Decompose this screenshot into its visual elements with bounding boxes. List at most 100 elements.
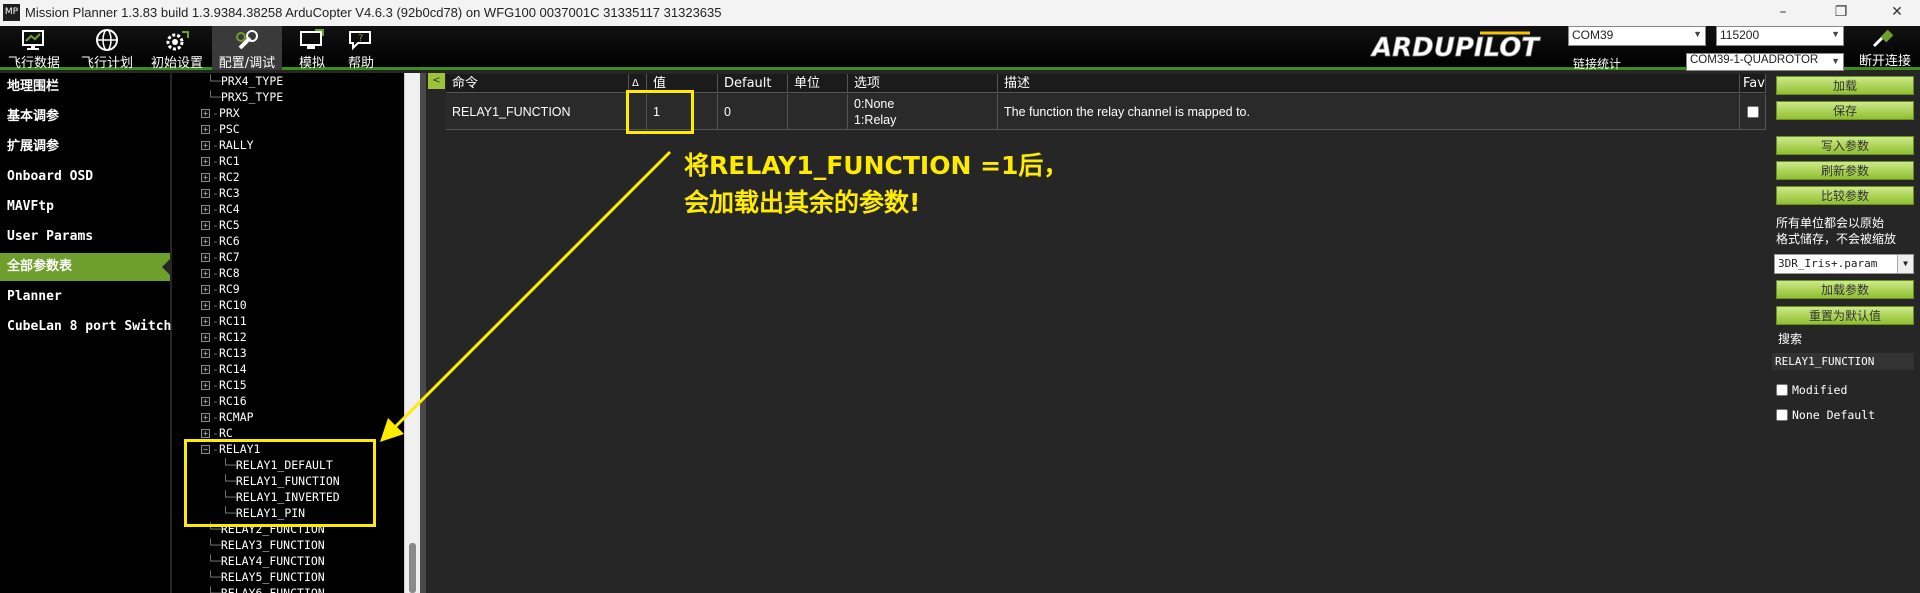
reset-default-button[interactable]: 重置为默认值 [1776,306,1914,325]
compare-params-button[interactable]: 比较参数 [1776,186,1914,205]
param-file-select[interactable]: 3DR_Iris+.param ▼ [1774,254,1914,274]
config-tuning-button[interactable]: 配置/调试 [212,26,282,71]
tree-node[interactable]: + -RC1 [201,153,240,169]
search-input[interactable]: RELAY1_FUNCTION [1772,353,1914,370]
sidebar-item-planner[interactable]: Planner [0,283,170,311]
tree-node[interactable]: + -RCMAP [201,409,254,425]
tree-node[interactable]: + -RC8 [201,265,240,281]
sidebar-item-basic-tuning[interactable]: 基本调参 [0,103,170,131]
expand-node-icon[interactable]: + [201,413,210,422]
tree-node[interactable]: └─RELAY6_FUNCTION [207,585,325,593]
tree-node[interactable]: └─RELAY4_FUNCTION [207,553,325,569]
column-header-description[interactable]: 描述 [998,74,1740,93]
expand-node-icon[interactable]: + [201,317,210,326]
tree-node[interactable]: + -RC9 [201,281,240,297]
expand-node-icon[interactable]: + [201,269,210,278]
tree-node-label: PRX5_TYPE [220,90,284,104]
load-button[interactable]: 加载 [1776,76,1914,95]
baud-select[interactable]: 115200 ▼ [1716,26,1844,46]
tree-node[interactable]: └─RELAY5_FUNCTION [207,569,325,585]
initial-setup-button[interactable]: 初始设置 [146,26,208,71]
chevron-down-icon: ▼ [1897,255,1913,273]
port-select[interactable]: COM39 ▼ [1568,26,1706,46]
maximize-button[interactable]: ❐ [1818,0,1864,26]
tree-connector: - [212,106,219,120]
refresh-params-button[interactable]: 刷新参数 [1776,161,1914,180]
collapse-tree-button[interactable]: < [428,73,445,89]
tree-node[interactable]: + -RC16 [201,393,247,409]
tree-node[interactable]: + -PSC [201,121,240,137]
tree-node[interactable]: + -RC7 [201,249,240,265]
tree-node[interactable]: + -RC4 [201,201,240,217]
cell-unit [788,94,848,130]
tree-node[interactable]: + -RC12 [201,329,247,345]
vehicle-select[interactable]: COM39-1-QUADROTOR ▼ [1686,53,1844,71]
window-title: Mission Planner 1.3.83 build 1.3.9384.38… [25,5,722,20]
expand-node-icon[interactable]: + [201,109,210,118]
sidebar-item-user-params[interactable]: User Params [0,223,170,251]
simulation-button[interactable]: 模拟 [288,26,336,71]
expand-node-icon[interactable]: + [201,157,210,166]
save-button[interactable]: 保存 [1776,101,1914,120]
tree-scrollbar[interactable] [404,73,420,593]
expand-node-icon[interactable]: + [201,189,210,198]
tree-node[interactable]: └─RELAY3_FUNCTION [207,537,325,553]
flight-plan-button[interactable]: 飞行计划 [74,26,140,71]
tree-node[interactable]: + -RC15 [201,377,247,393]
tree-node[interactable]: + -PRX [201,105,240,121]
modified-checkbox[interactable] [1776,384,1788,396]
expand-node-icon[interactable]: + [201,253,210,262]
expand-node-icon[interactable]: + [201,173,210,182]
tree-node[interactable]: + -RC3 [201,185,240,201]
sidebar-item-extended-tuning[interactable]: 扩展调参 [0,133,170,161]
tree-node[interactable]: └─PRX5_TYPE [207,89,283,105]
help-button[interactable]: ? 帮助 [340,26,382,71]
tree-node[interactable]: + -RC2 [201,169,240,185]
tree-node[interactable]: + -RC6 [201,233,240,249]
write-params-button[interactable]: 写入参数 [1776,136,1914,155]
expand-node-icon[interactable]: + [201,333,210,342]
chevron-down-icon: ▼ [1831,29,1840,39]
none-default-checkbox[interactable] [1776,409,1788,421]
help-label: 帮助 [347,56,374,71]
tree-node[interactable]: + -RC13 [201,345,247,361]
close-button[interactable]: ✕ [1874,0,1920,26]
column-header-options[interactable]: 选项 [848,74,998,93]
fav-checkbox[interactable] [1747,106,1759,118]
column-header-fav[interactable]: Fav [1740,74,1766,93]
tree-node[interactable]: + -RC14 [201,361,247,377]
expand-node-icon[interactable]: + [201,285,210,294]
expand-node-icon[interactable]: + [201,397,210,406]
minimize-button[interactable]: – [1760,0,1806,26]
expand-node-icon[interactable]: + [201,237,210,246]
tree-connector: - [212,186,219,200]
expand-node-icon[interactable]: + [201,301,210,310]
tree-node[interactable]: + -RC5 [201,217,240,233]
sidebar-item-geofence[interactable]: 地理围栏 [0,73,170,101]
sidebar-item-onboard-osd[interactable]: Onboard OSD [0,163,170,191]
expand-node-icon[interactable]: + [201,365,210,374]
column-header-default[interactable]: Default [718,74,788,93]
link-stats-link[interactable]: 链接统计 [1573,55,1621,72]
sidebar-item-full-param-list[interactable]: 全部参数表 [0,253,170,281]
tree-connector: - [212,138,219,152]
expand-node-icon[interactable]: + [201,125,210,134]
expand-node-icon[interactable]: + [201,221,210,230]
expand-node-icon[interactable]: + [201,381,210,390]
flight-data-button[interactable]: 飞行数据 [2,26,66,71]
scrollbar-thumb[interactable] [409,543,416,593]
expand-node-icon[interactable]: + [201,349,210,358]
tree-node[interactable]: └─PRX4_TYPE [207,73,283,89]
disconnect-button[interactable]: 断开连接 [1850,26,1920,70]
sidebar-item-mavftp[interactable]: MAVFtp [0,193,170,221]
expand-node-icon[interactable]: + [201,141,210,150]
expand-node-icon[interactable]: + [201,429,210,438]
tree-node[interactable]: + -RC10 [201,297,247,313]
column-header-command[interactable]: 命令 [446,74,629,93]
tree-node[interactable]: + -RALLY [201,137,254,153]
tree-node[interactable]: + -RC11 [201,313,247,329]
load-params-button[interactable]: 加载参数 [1776,280,1914,299]
column-header-unit[interactable]: 单位 [788,74,848,93]
expand-node-icon[interactable]: + [201,205,210,214]
sidebar-item-cubelan-switch[interactable]: CubeLan 8 port Switch [0,313,171,341]
